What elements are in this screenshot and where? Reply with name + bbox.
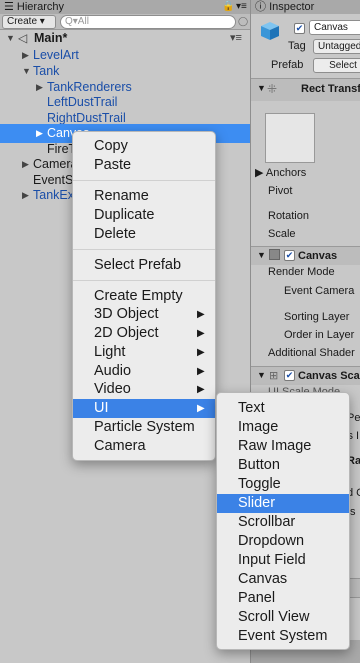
submenu-item-text[interactable]: Text: [217, 399, 349, 418]
collapse-arrow-icon[interactable]: ▼: [257, 250, 266, 260]
menu-item-video[interactable]: Video ▶: [73, 380, 215, 399]
anchor-preset-button[interactable]: [265, 113, 315, 163]
rect-transform-icon: ⁜: [267, 82, 278, 96]
submenu-arrow-icon: ▶: [197, 328, 205, 339]
menu-item-paste[interactable]: Paste: [73, 156, 215, 175]
search-clear-icon[interactable]: ◯: [238, 16, 248, 28]
ui-submenu: Text Image Raw Image Button Toggle Slide…: [216, 392, 350, 650]
submenu-arrow-icon: ▶: [197, 403, 205, 414]
menu-item-label: UI: [94, 400, 109, 416]
menu-item-label: Video: [94, 381, 131, 397]
menu-item-3d-object[interactable]: 3D Object ▶: [73, 305, 215, 324]
submenu-item-button[interactable]: Button: [217, 456, 349, 475]
submenu-arrow-icon: ▶: [197, 309, 205, 320]
menu-separator: [73, 180, 215, 181]
rotation-label: Rotation: [268, 210, 309, 222]
canvas-scaler-enabled-checkbox[interactable]: ✔: [284, 370, 295, 381]
scale-label: Scale: [268, 228, 296, 240]
canvas-enabled-checkbox[interactable]: ✔: [284, 250, 295, 261]
submenu-item-image[interactable]: Image: [217, 418, 349, 437]
expand-arrow-icon[interactable]: ▶: [22, 186, 29, 205]
dropdown-arrow-icon: ▾: [39, 16, 45, 27]
menu-item-duplicate[interactable]: Duplicate: [73, 206, 215, 225]
hierarchy-tab[interactable]: ☰ Hierarchy 🔒 ▾≡: [0, 0, 250, 14]
canvas-component-icon: [269, 249, 280, 260]
menu-item-label: Light: [94, 344, 126, 360]
hierarchy-toolbar: Create ▾ Q▾All ◯: [0, 14, 250, 30]
submenu-item-scrollbar[interactable]: Scrollbar: [217, 513, 349, 532]
menu-separator: [73, 280, 215, 281]
prefab-select-button[interactable]: Select: [313, 58, 360, 73]
render-mode-label: Render Mode: [268, 266, 335, 278]
submenu-item-event-system[interactable]: Event System: [217, 627, 349, 646]
hierarchy-tab-title: ☰ Hierarchy: [4, 1, 64, 13]
menu-item-camera[interactable]: Camera: [73, 437, 215, 456]
menu-item-label: 3D Object: [94, 306, 159, 322]
submenu-arrow-icon: ▶: [197, 384, 205, 395]
tag-dropdown[interactable]: Untagged: [313, 39, 360, 54]
event-camera-label: Event Camera: [284, 285, 355, 297]
submenu-item-input-field[interactable]: Input Field: [217, 551, 349, 570]
submenu-item-panel[interactable]: Panel: [217, 589, 349, 608]
submenu-item-raw-image[interactable]: Raw Image: [217, 437, 349, 456]
pivot-label: Pivot: [268, 185, 293, 197]
menu-item-label: 2D Object: [94, 325, 159, 341]
menu-item-light[interactable]: Light ▶: [73, 343, 215, 362]
menu-item-select-prefab[interactable]: Select Prefab: [73, 256, 215, 275]
order-in-layer-label: Order in Layer: [284, 329, 355, 341]
hierarchy-search-input[interactable]: Q▾All: [60, 15, 236, 29]
menu-item-particle-system[interactable]: Particle System: [73, 418, 215, 437]
menu-item-2d-object[interactable]: 2D Object ▶: [73, 324, 215, 343]
collapse-arrow-icon[interactable]: ▼: [257, 83, 266, 93]
rect-transform-header[interactable]: ▼ ⁜ Rect Transform: [251, 79, 360, 101]
create-dropdown-button[interactable]: Create ▾: [2, 15, 56, 29]
submenu-item-canvas[interactable]: Canvas: [217, 570, 349, 589]
menu-item-ui[interactable]: UI ▶: [73, 399, 215, 418]
submenu-item-scroll-view[interactable]: Scroll View: [217, 608, 349, 627]
collapse-arrow-icon[interactable]: ▼: [257, 370, 266, 380]
component-title: Canvas Scaler: [298, 370, 360, 382]
object-name-field[interactable]: Canvas: [309, 20, 360, 35]
anchors-foldout[interactable]: ▶ Anchors: [255, 166, 306, 179]
submenu-item-dropdown[interactable]: Dropdown: [217, 532, 349, 551]
additional-shader-label: Additional Shader: [268, 347, 355, 359]
inspector-tab[interactable]: ⓘ Inspector: [251, 0, 360, 14]
submenu-arrow-icon: ▶: [197, 347, 205, 358]
lock-icon[interactable]: 🔒: [222, 0, 234, 14]
component-title: Canvas: [298, 250, 338, 262]
gameobject-cube-icon: [261, 22, 279, 40]
canvas-component-header[interactable]: ▼ ✔ Canvas: [251, 247, 360, 265]
menu-item-audio[interactable]: Audio ▶: [73, 362, 215, 381]
context-menu: Copy Paste Rename Duplicate Delete Selec…: [72, 131, 216, 461]
component-title: Rect Transform: [301, 83, 360, 95]
menu-item-rename[interactable]: Rename: [73, 187, 215, 206]
canvas-scaler-icon: ⊞: [269, 370, 279, 382]
menu-item-copy[interactable]: Copy: [73, 137, 215, 156]
submenu-item-toggle[interactable]: Toggle: [217, 475, 349, 494]
list-icon: ☰: [4, 1, 17, 13]
menu-item-create-empty[interactable]: Create Empty: [73, 287, 215, 306]
canvas-scaler-header[interactable]: ▼ ⊞ ✔ Canvas Scaler: [251, 367, 360, 385]
panel-menu-icon[interactable]: ▾≡: [236, 0, 247, 14]
info-icon: ⓘ: [255, 1, 270, 13]
menu-separator: [73, 249, 215, 250]
active-checkbox[interactable]: ✔: [294, 23, 305, 34]
menu-item-label: Audio: [94, 363, 132, 379]
prefab-label: Prefab: [271, 59, 304, 71]
submenu-item-slider[interactable]: Slider: [217, 494, 349, 513]
submenu-arrow-icon: ▶: [197, 366, 205, 377]
menu-item-delete[interactable]: Delete: [73, 225, 215, 244]
sorting-layer-label: Sorting Layer: [284, 311, 350, 323]
tag-label: Tag: [288, 40, 306, 52]
